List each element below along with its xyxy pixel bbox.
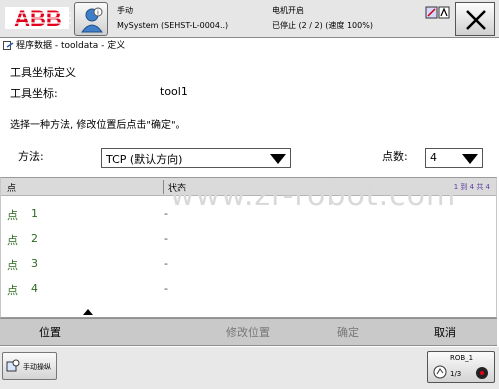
table-row[interactable]: 点 4 - [1,277,496,301]
chevron-down-icon [462,154,478,164]
chevron-up-icon [83,309,93,315]
row-point-number: 4 [31,282,38,295]
points-label: 点数: [382,150,408,163]
axis-indicator: 1/3 [450,370,462,378]
points-select[interactable]: 4 [425,148,483,168]
column-header-point: 点 [7,184,17,194]
method-value: TCP (默认方向) [106,153,183,166]
close-icon [466,10,486,30]
jogging-task-label: 手动操纵 [23,363,51,371]
row-status: - [164,207,168,220]
taskbar [0,347,499,389]
tool-label: 工具坐标: [10,87,58,100]
abb-logo[interactable]: ABB [3,4,73,32]
row-status: - [164,232,168,245]
status-panel-mode[interactable]: 手动 MySystem (SEHST-L-0004..) [117,3,267,35]
row-point-label: 点 [7,284,18,297]
motor-state: 电机开启 [272,6,304,15]
row-point-number: 2 [31,232,38,245]
operating-mode: 手动 [117,6,133,15]
instruction-text: 选择一种方法, 修改位置后点击"确定"。 [10,120,186,131]
user-status-button[interactable]: i [74,2,108,36]
status-panel-motor[interactable]: 电机开启 已停止 (2 / 2) (速度 100%) [272,3,422,35]
column-divider [163,180,164,194]
points-value: 4 [430,151,437,164]
quickset-icon[interactable] [425,5,451,29]
modify-position-button[interactable]: 修改位置 [198,319,298,347]
close-button[interactable] [455,2,495,36]
row-point-label: 点 [7,259,18,272]
program-state: 已停止 (2 / 2) (速度 100%) [272,21,373,30]
top-bar: ABB i 手动 MySystem (SEHST-L-0004..) 电机开启 … [0,0,499,38]
method-select[interactable]: TCP (默认方向) [101,148,291,168]
position-button[interactable]: 位置 [0,319,100,347]
row-point-label: 点 [7,209,18,222]
row-point-number: 3 [31,257,38,270]
cancel-button[interactable]: 取消 [395,319,495,347]
section-title: 工具坐标定义 [10,66,76,79]
row-status: - [164,257,168,270]
table-row[interactable]: 点 2 - [1,227,496,251]
row-count: 1 到 4 共 4 [453,183,490,191]
robot-icon [433,365,447,379]
chevron-down-icon [270,154,286,164]
mechanical-unit-button[interactable]: ROB_1 1/3 [427,351,495,383]
row-status: - [164,282,168,295]
row-point-label: 点 [7,234,18,247]
incremental-icon [476,367,488,379]
breadcrumb: 程序数据 - tooldata - 定义 [16,41,126,51]
command-bar: 位置 修改位置 确定 取消 [0,309,497,347]
ok-button[interactable]: 确定 [298,319,398,347]
system-name: MySystem (SEHST-L-0004..) [117,21,229,30]
table-row[interactable]: 点 3 - [1,252,496,276]
tool-value: tool1 [160,85,188,98]
row-point-number: 1 [31,207,38,220]
user-icon: i [81,7,103,33]
jogging-task-button[interactable]: 手动操纵 [2,352,57,380]
watermark: www.zr-robot.com [170,178,457,213]
jogging-icon [6,359,20,372]
method-label: 方法: [18,150,44,163]
mechanical-unit-label: ROB_1 [450,354,474,362]
